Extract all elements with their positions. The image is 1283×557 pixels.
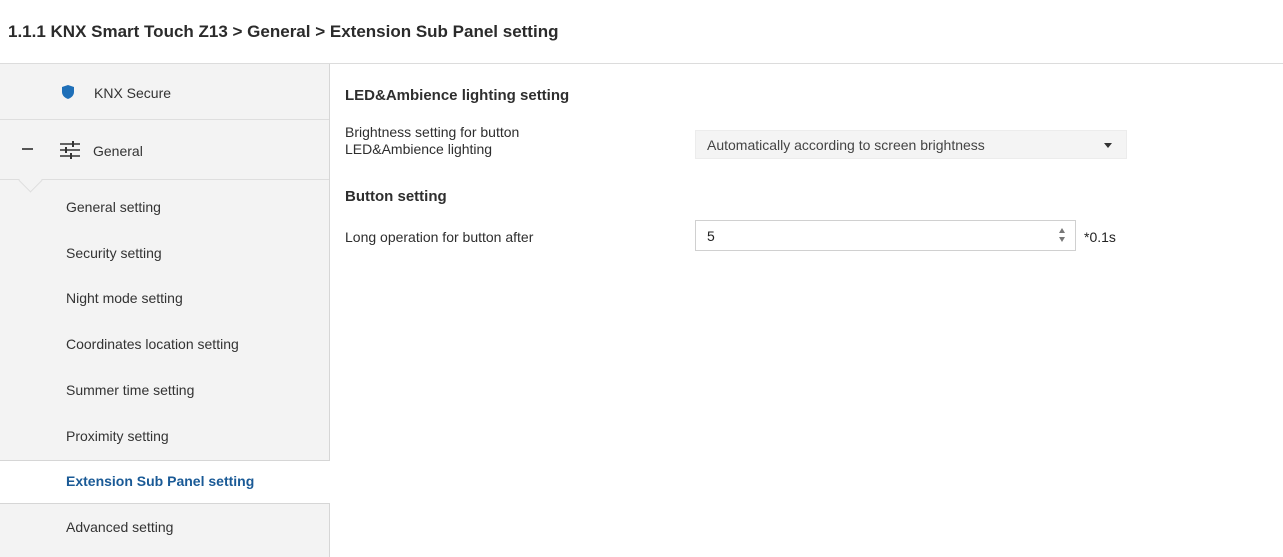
sidebar-item-label: General setting (66, 199, 161, 215)
brightness-label-line2: LED&Ambience lighting (345, 141, 493, 157)
sidebar-item-label: Summer time setting (66, 382, 195, 398)
sidebar-item-advanced-setting[interactable]: Advanced setting (0, 507, 329, 551)
long-operation-spinbox[interactable]: 5 (695, 220, 1076, 251)
sidebar-item-label: Advanced setting (66, 519, 174, 535)
sidebar-item-label: Security setting (66, 245, 162, 261)
sidebar-item-coordinates-location-setting[interactable]: Coordinates location setting (0, 324, 329, 368)
sidebar-item-label: Night mode setting (66, 290, 183, 306)
sidebar-item-knx-secure[interactable]: KNX Secure (0, 64, 329, 120)
sidebar-item-label: Proximity setting (66, 428, 169, 444)
sidebar: KNX Secure General General setting Secur… (0, 64, 330, 557)
spin-up-icon[interactable] (1059, 228, 1065, 233)
long-operation-value: 5 (707, 228, 715, 244)
sidebar-item-general-setting[interactable]: General setting (0, 187, 329, 231)
main-panel: LED&Ambience lighting setting Brightness… (330, 64, 1283, 557)
sidebar-item-night-mode-setting[interactable]: Night mode setting (0, 278, 329, 322)
sidebar-item-label: Extension Sub Panel setting (66, 473, 255, 489)
sidebar-item-security-setting[interactable]: Security setting (0, 233, 329, 277)
sidebar-item-label: KNX Secure (94, 85, 172, 101)
brightness-label-line1: Brightness setting for button (345, 124, 520, 140)
brightness-dropdown-value: Automatically according to screen bright… (707, 137, 985, 153)
title-bar: 1.1.1 KNX Smart Touch Z13 > General > Ex… (0, 0, 1283, 64)
sidebar-item-proximity-setting[interactable]: Proximity setting (0, 416, 329, 460)
spin-arrows[interactable] (1059, 227, 1067, 245)
caret-down-icon (1104, 143, 1112, 148)
sidebar-item-label: Coordinates location setting (66, 336, 239, 352)
sidebar-item-summer-time-setting[interactable]: Summer time setting (0, 370, 329, 414)
brightness-dropdown[interactable]: Automatically according to screen bright… (695, 130, 1127, 159)
shield-icon (62, 85, 74, 99)
sidebar-item-extension-sub-panel-setting[interactable]: Extension Sub Panel setting (0, 460, 330, 504)
section-title-led: LED&Ambience lighting setting (345, 87, 570, 104)
brightness-label: Brightness setting for button LED&Ambien… (345, 124, 519, 158)
sidebar-item-general[interactable]: General (0, 120, 329, 180)
long-operation-label: Long operation for button after (345, 229, 534, 245)
sliders-icon (60, 141, 80, 159)
spin-down-icon[interactable] (1059, 237, 1065, 242)
collapse-icon[interactable] (22, 148, 33, 150)
sidebar-item-label: General (93, 143, 143, 159)
long-operation-unit: *0.1s (1084, 229, 1116, 245)
section-title-button: Button setting (345, 188, 447, 205)
page-title: 1.1.1 KNX Smart Touch Z13 > General > Ex… (8, 22, 559, 41)
